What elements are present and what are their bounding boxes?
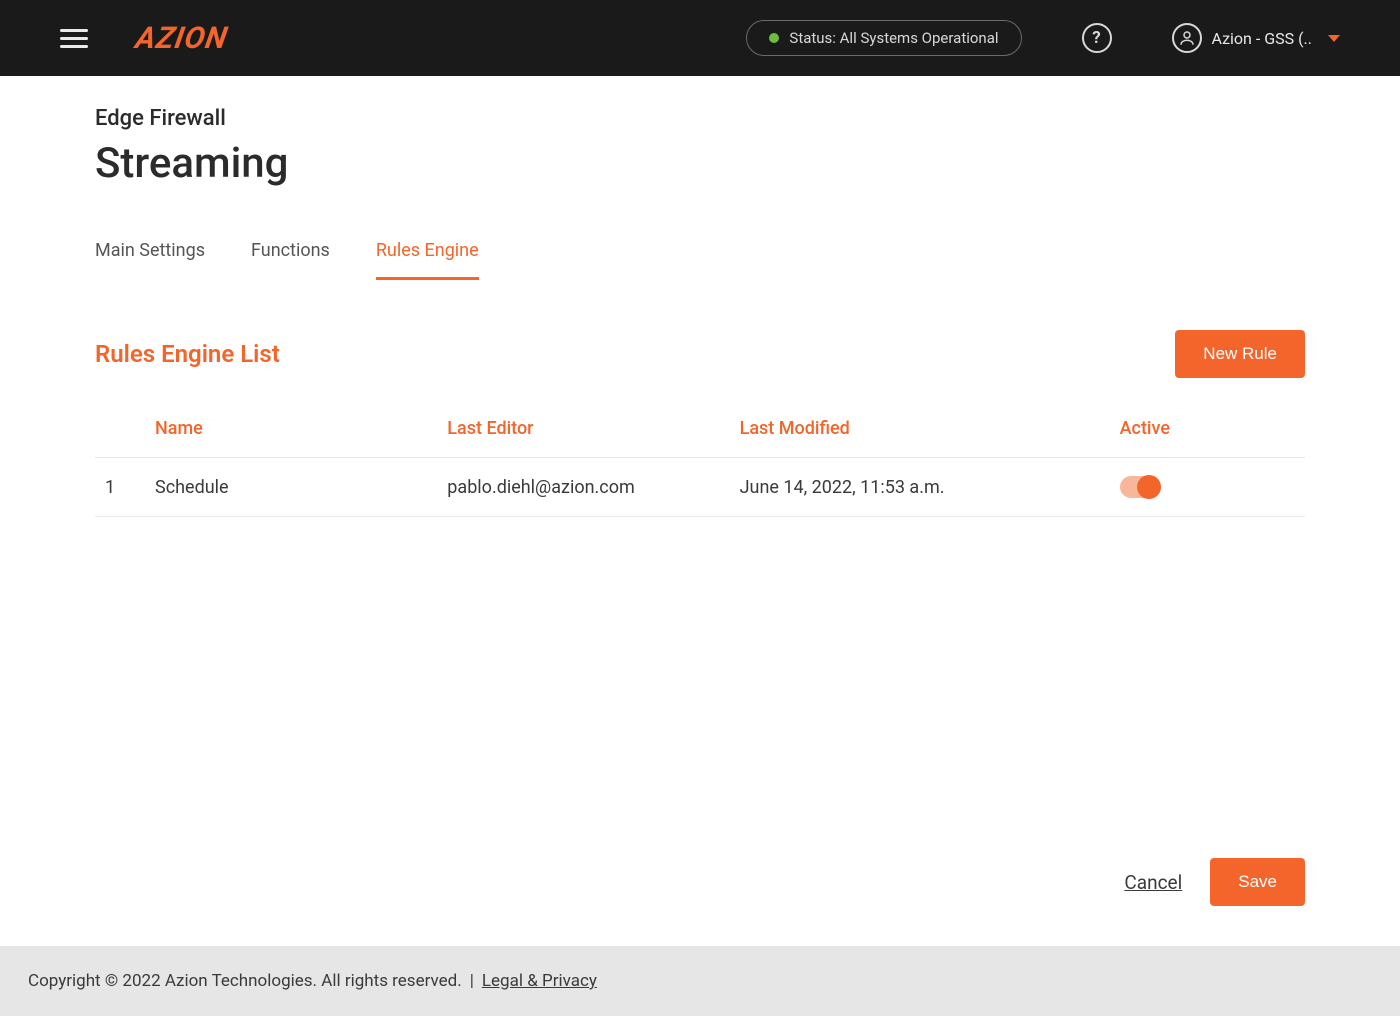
footer-separator: |: [470, 971, 474, 991]
account-label: Azion - GSS (..: [1212, 29, 1312, 48]
tab-rules-engine[interactable]: Rules Engine: [376, 234, 479, 280]
col-active[interactable]: Active: [1120, 418, 1295, 439]
active-toggle[interactable]: [1120, 476, 1160, 498]
col-name[interactable]: Name: [155, 418, 447, 439]
cell-active: [1120, 476, 1295, 498]
page-title: Streaming: [95, 139, 1305, 188]
logo[interactable]: AZION: [133, 21, 231, 56]
footer-legal-link[interactable]: Legal & Privacy: [482, 971, 597, 991]
cell-index: 1: [105, 477, 155, 498]
status-text: Status: All Systems Operational: [789, 29, 998, 47]
table-header: Name Last Editor Last Modified Active: [95, 400, 1305, 458]
breadcrumb: Edge Firewall: [95, 106, 1305, 131]
cell-last-modified: June 14, 2022, 11:53 a.m.: [740, 477, 1120, 498]
section-header: Rules Engine List New Rule: [95, 330, 1305, 378]
footer: Copyright © 2022 Azion Technologies. All…: [0, 946, 1400, 1016]
account-menu[interactable]: Azion - GSS (..: [1172, 23, 1340, 53]
status-pill[interactable]: Status: All Systems Operational: [746, 20, 1021, 56]
new-rule-button[interactable]: New Rule: [1175, 330, 1305, 378]
cell-name: Schedule: [155, 477, 447, 498]
rules-table: Name Last Editor Last Modified Active 1 …: [95, 400, 1305, 517]
footer-copyright: Copyright © 2022 Azion Technologies. All…: [28, 971, 462, 991]
main-content: Edge Firewall Streaming Main Settings Fu…: [0, 76, 1400, 858]
status-dot-icon: [769, 33, 779, 43]
col-last-editor[interactable]: Last Editor: [447, 418, 739, 439]
save-button[interactable]: Save: [1210, 858, 1305, 906]
avatar-icon: [1172, 23, 1202, 53]
menu-icon[interactable]: [60, 24, 88, 52]
tab-main-settings[interactable]: Main Settings: [95, 234, 205, 280]
section-title: Rules Engine List: [95, 340, 280, 368]
help-icon[interactable]: ?: [1082, 23, 1112, 53]
cancel-button[interactable]: Cancel: [1124, 871, 1182, 894]
toggle-knob-icon: [1137, 475, 1161, 499]
table-row[interactable]: 1 Schedule pablo.diehl@azion.com June 14…: [95, 458, 1305, 517]
top-bar: AZION Status: All Systems Operational ? …: [0, 0, 1400, 76]
col-last-modified[interactable]: Last Modified: [740, 418, 1120, 439]
tab-functions[interactable]: Functions: [251, 234, 330, 280]
chevron-down-icon: [1328, 35, 1340, 42]
action-bar: Cancel Save: [0, 858, 1400, 946]
tabs: Main Settings Functions Rules Engine: [95, 234, 1305, 280]
cell-last-editor: pablo.diehl@azion.com: [447, 477, 739, 498]
